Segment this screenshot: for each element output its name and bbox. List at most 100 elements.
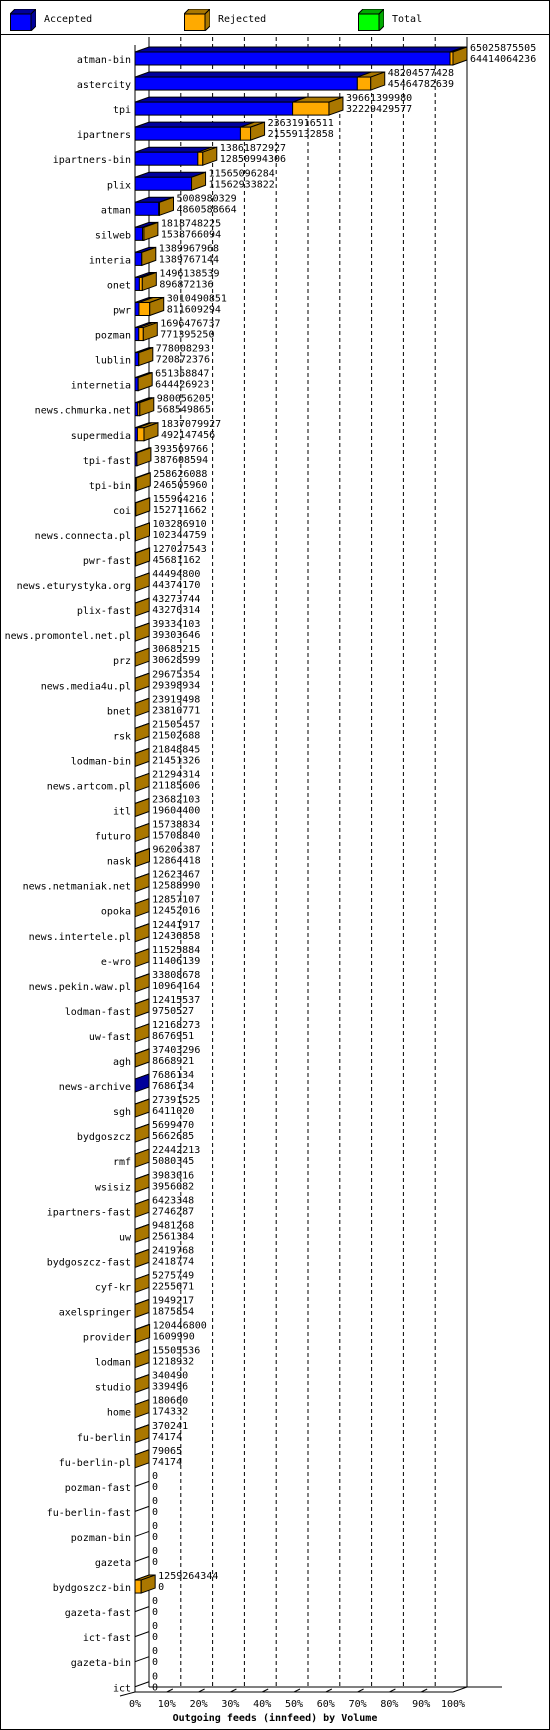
value-label-accepted: 74174: [152, 1432, 182, 1443]
bar-side: [134, 897, 150, 918]
bar-side: [134, 747, 150, 768]
bar-group: [134, 1348, 150, 1369]
value-label-total: 79065: [152, 1446, 182, 1457]
category-label: opoka: [101, 907, 131, 918]
category-label: bydgoszcz-fast: [47, 1257, 131, 1268]
value-label-total: 1259264344: [158, 1571, 218, 1582]
value-label-total: 0: [152, 1546, 158, 1557]
value-label-total: 11565096284: [209, 168, 275, 179]
bar-group: [134, 872, 150, 893]
value-label-total: 0: [152, 1496, 158, 1507]
value-label-accepted: 0: [152, 1507, 158, 1518]
value-label-accepted: 0: [152, 1482, 158, 1493]
bar-accepted-top: [134, 121, 255, 128]
value-label-accepted: 21451326: [152, 755, 200, 766]
value-label-accepted: 44374170: [152, 580, 200, 591]
value-label-accepted: 0: [152, 1607, 158, 1618]
bar-side: [134, 1223, 150, 1244]
value-label-accepted: 720872376: [156, 355, 210, 366]
value-label-accepted: 4860588664: [176, 204, 236, 215]
bar-side: [134, 1148, 150, 1168]
bar-side: [134, 622, 150, 642]
category-label: bnet: [107, 706, 131, 717]
value-label-total: 0: [152, 1646, 158, 1657]
bar-group: [134, 597, 150, 617]
bar-accepted-top: [134, 46, 465, 53]
value-label-total: 1496138539: [159, 268, 219, 279]
value-label-accepted: 2561384: [152, 1231, 194, 1242]
value-label-accepted: 1538766094: [161, 229, 221, 240]
value-label-accepted: 43270314: [152, 605, 200, 616]
bar-accepted: [134, 126, 241, 141]
bar-rejected: [138, 327, 144, 342]
value-label-total: 0: [152, 1671, 158, 1682]
category-label: news-archive: [59, 1082, 131, 1093]
x-axis-title: Outgoing feeds (innfeed) by Volume: [173, 1712, 378, 1724]
value-label-accepted: 0: [158, 1582, 164, 1593]
value-label-accepted: 1389767144: [159, 254, 219, 265]
x-tick-label: 90%: [412, 1699, 430, 1710]
value-label-total: 23631916511: [268, 118, 334, 129]
value-label-accepted: 152711662: [153, 505, 207, 516]
bar-empty-depth: [134, 1681, 150, 1688]
value-label-total: 11525884: [152, 945, 200, 956]
value-label-accepted: 32229429577: [346, 104, 412, 115]
bar-side: [134, 1123, 150, 1143]
bar-group: [134, 497, 151, 517]
value-label-total: 6423348: [152, 1195, 194, 1206]
value-label-total: 12441917: [152, 920, 200, 931]
value-label-total: 22442213: [152, 1145, 200, 1156]
bar-group: [134, 1424, 150, 1444]
bar-group: [134, 1480, 150, 1487]
bar-side: [134, 948, 150, 968]
bar-accepted-top: [134, 71, 372, 78]
value-label-accepted: 568549865: [157, 405, 211, 416]
category-label: pwr: [113, 306, 131, 317]
bar-side: [134, 872, 150, 893]
value-label-accepted: 39303646: [152, 630, 200, 641]
bar-group: [134, 346, 154, 367]
value-label-accepted: 19604400: [152, 806, 200, 817]
bar-group: [134, 697, 150, 718]
category-label: studio: [95, 1383, 131, 1394]
bar-group: [134, 747, 150, 768]
bar-group: [134, 1574, 156, 1594]
bar-accepted: [134, 276, 140, 291]
bar-group: [134, 923, 150, 943]
category-label: lodman: [95, 1358, 131, 1369]
bar-side: [134, 1173, 150, 1193]
category-label: coi: [113, 506, 131, 517]
value-label-accepted: 8676951: [152, 1031, 194, 1042]
value-label-accepted: 3956082: [152, 1181, 194, 1192]
bar-side: [134, 1073, 150, 1093]
category-label: tpi: [113, 105, 131, 116]
value-label-total: 1949217: [152, 1296, 194, 1307]
bar-side: [134, 697, 150, 718]
value-label-total: 15505536: [152, 1346, 200, 1357]
category-label: itl: [113, 807, 131, 818]
bar-rejected: [292, 101, 330, 116]
bar-group: [134, 1073, 150, 1093]
bar-accepted: [134, 151, 199, 166]
bar-accepted: [134, 226, 144, 241]
value-label-accepted: 0: [152, 1557, 158, 1568]
x-tick-label: 60%: [317, 1699, 335, 1710]
value-label-total: 65025875505: [470, 43, 536, 54]
bar-group: [134, 1223, 150, 1244]
category-label: news.media4u.pl: [41, 681, 131, 692]
value-label-total: 180660: [152, 1396, 188, 1407]
bar-group: [134, 472, 151, 492]
bar-side: [134, 1273, 150, 1294]
category-label: ipartners: [77, 130, 131, 141]
x-tick-label: 70%: [349, 1699, 367, 1710]
category-label: prz: [113, 656, 131, 667]
bar-group: [134, 973, 150, 993]
value-label-accepted: 811609294: [167, 305, 221, 316]
bar-empty-depth: [134, 1556, 150, 1562]
category-label: onet: [107, 280, 131, 291]
category-label: rmf: [113, 1157, 131, 1168]
bar-group: [134, 371, 153, 392]
bar-side: [134, 722, 150, 743]
value-label-accepted: 45464782639: [388, 79, 454, 90]
value-label-accepted: 644426923: [155, 380, 209, 391]
